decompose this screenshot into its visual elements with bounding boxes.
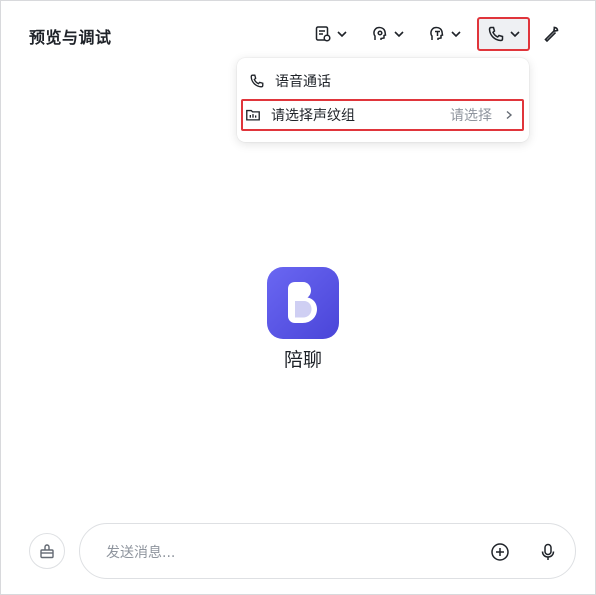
wrench-icon — [544, 26, 559, 43]
preview-debug-panel: 预览与调试 语音通话 请选择声纹组 请选择 陪聊 发送消息... — [0, 0, 596, 595]
phone-icon — [250, 74, 264, 88]
clear-context-button[interactable] — [29, 533, 65, 569]
menu-item-label: 请选择声纹组 — [271, 108, 355, 124]
chevron-down-icon — [451, 31, 461, 38]
persona-dropdown-button[interactable] — [371, 19, 405, 49]
menu-item-label: 语音通话 — [275, 74, 331, 90]
message-composer — [79, 523, 576, 579]
plus-circle-icon — [491, 543, 509, 561]
chevron-down-icon — [394, 31, 404, 38]
bot-name: 陪聊 — [283, 349, 322, 371]
voice-call-dropdown-button[interactable] — [477, 17, 530, 51]
audio-folder-icon — [246, 109, 260, 121]
menu-item-voice-call[interactable]: 语音通话 — [245, 66, 521, 96]
tools-button[interactable] — [542, 19, 560, 49]
microphone-icon — [541, 543, 555, 560]
chevron-down-icon — [337, 31, 347, 38]
voice-dropdown-menu: 语音通话 请选择声纹组 请选择 — [237, 58, 529, 142]
text-style-dropdown-button[interactable] — [428, 19, 462, 49]
doc-settings-icon — [315, 26, 331, 42]
doc-settings-dropdown-button[interactable] — [314, 19, 348, 49]
broom-icon — [40, 544, 54, 559]
chevron-down-icon — [509, 31, 520, 38]
persona-head-icon — [373, 26, 387, 40]
voiceprint-selected-value: 请选择 — [450, 108, 492, 124]
add-attachment-button[interactable] — [488, 540, 512, 564]
chevron-right-icon — [506, 110, 513, 120]
phone-icon — [488, 26, 503, 42]
voice-input-button[interactable] — [536, 540, 560, 564]
page-title: 预览与调试 — [29, 28, 112, 47]
menu-item-voiceprint-group[interactable]: 请选择声纹组 请选择 — [241, 99, 524, 131]
bot-avatar — [267, 267, 339, 339]
bot-logo-icon — [288, 282, 317, 323]
text-style-head-icon — [430, 26, 444, 40]
message-input[interactable] — [104, 540, 468, 566]
